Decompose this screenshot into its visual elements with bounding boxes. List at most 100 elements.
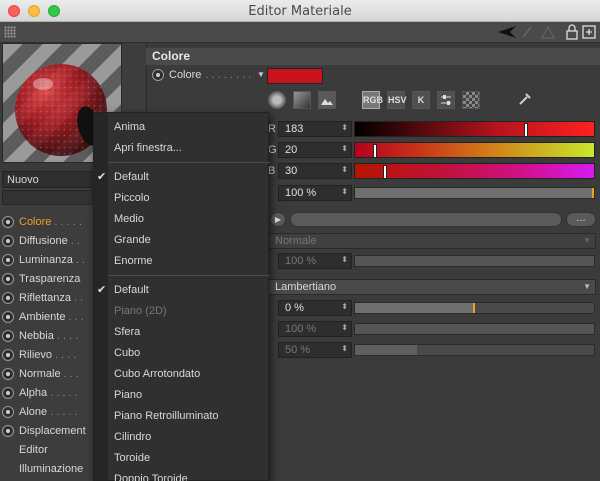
window-title: Editor Materiale bbox=[248, 4, 352, 19]
menu-item[interactable]: Anima bbox=[114, 117, 145, 137]
channel-radio-icon[interactable] bbox=[2, 291, 14, 304]
hsv-mode-button[interactable]: HSV bbox=[387, 91, 407, 109]
channel-radio-icon[interactable] bbox=[2, 215, 14, 228]
blue-slider-knob[interactable] bbox=[383, 165, 387, 179]
eyedropper-icon[interactable] bbox=[516, 91, 534, 109]
channel-radio-icon[interactable] bbox=[2, 405, 14, 418]
channel-dots: . . . bbox=[63, 367, 79, 380]
channel-radio-icon[interactable] bbox=[2, 253, 14, 266]
lock-icon[interactable] bbox=[565, 24, 579, 40]
channel-item-luminanza[interactable]: Luminanza. . bbox=[2, 250, 96, 269]
mix-strength-slider[interactable] bbox=[354, 255, 595, 267]
mix-strength-row: 100 % bbox=[268, 253, 595, 269]
menu-item[interactable]: Enorme bbox=[114, 251, 153, 271]
material-preset-subfield[interactable] bbox=[2, 190, 96, 205]
menu-item[interactable]: Cubo bbox=[114, 343, 140, 363]
mix-strength-slider-fill bbox=[355, 256, 594, 266]
menu-item[interactable]: Medio bbox=[114, 209, 144, 229]
new-window-icon[interactable] bbox=[582, 24, 596, 40]
channel-radio-icon[interactable] bbox=[2, 329, 14, 342]
diffuse-level-field[interactable]: 100 % bbox=[278, 321, 352, 337]
green-slider-knob[interactable] bbox=[373, 144, 377, 158]
channel-item-alpha[interactable]: Alpha. . . . . bbox=[2, 383, 96, 402]
search-icon[interactable] bbox=[520, 24, 534, 40]
grip-icon[interactable] bbox=[4, 26, 16, 38]
toolbar bbox=[0, 22, 600, 43]
swatch-dropdown-icon[interactable]: ▼ bbox=[257, 70, 265, 79]
mixer-icon[interactable] bbox=[437, 91, 455, 109]
menu-item[interactable]: Piccolo bbox=[114, 188, 149, 208]
menu-item[interactable]: Sfera bbox=[114, 322, 140, 342]
channel-dots: . . . bbox=[68, 310, 84, 323]
diffuse-level-slider[interactable] bbox=[354, 323, 595, 335]
brightness-value-field[interactable]: 100 % bbox=[278, 185, 352, 201]
channel-dots: . . bbox=[75, 253, 85, 266]
channel-item-diffusione[interactable]: Diffusione. . bbox=[2, 231, 96, 250]
menu-separator bbox=[108, 162, 270, 163]
channel-label: Colore bbox=[19, 215, 52, 228]
menu-separator bbox=[108, 275, 270, 276]
roughness-slider[interactable] bbox=[354, 344, 595, 356]
channel-item-editor[interactable]: Editor bbox=[2, 440, 96, 459]
red-value-field[interactable]: 183 bbox=[278, 121, 352, 137]
channel-dots: . . . . bbox=[56, 329, 79, 342]
channel-dots: . . . . . bbox=[50, 405, 78, 418]
image-picker-icon[interactable] bbox=[318, 91, 336, 109]
channel-radio-icon[interactable] bbox=[2, 272, 14, 285]
green-gradient-slider[interactable] bbox=[354, 142, 595, 158]
menu-item[interactable]: Grande bbox=[114, 230, 151, 250]
texture-play-icon[interactable]: ▶ bbox=[270, 212, 286, 227]
green-value-field[interactable]: 20 bbox=[278, 142, 352, 158]
channel-item-colore[interactable]: Colore. . . . . bbox=[2, 212, 96, 231]
channel-item-trasparenza[interactable]: Trasparenza bbox=[2, 269, 96, 288]
texture-browse-button[interactable]: ... bbox=[566, 212, 596, 227]
channel-item-alone[interactable]: Alone. . . . . bbox=[2, 402, 96, 421]
color-radio-icon[interactable] bbox=[152, 69, 164, 81]
texture-field[interactable] bbox=[290, 212, 562, 227]
red-label: R bbox=[268, 123, 276, 135]
channel-item-ambiente[interactable]: Ambiente. . . bbox=[2, 307, 96, 326]
menu-item[interactable]: Piano Retroilluminato bbox=[114, 406, 219, 426]
mix-strength-field[interactable]: 100 % bbox=[278, 253, 352, 269]
channel-item-nebbia[interactable]: Nebbia. . . . bbox=[2, 326, 96, 345]
roughness-field[interactable]: 50 % bbox=[278, 342, 352, 358]
channel-radio-icon[interactable] bbox=[2, 367, 14, 380]
channel-radio-icon[interactable] bbox=[2, 348, 14, 361]
channel-item-illuminazione[interactable]: Illuminazione bbox=[2, 459, 96, 478]
menu-item[interactable]: Doppio Toroide bbox=[114, 469, 188, 481]
channel-radio-icon[interactable] bbox=[2, 310, 14, 323]
channel-item-rilievo[interactable]: Rilievo. . . . bbox=[2, 345, 96, 364]
spectrum-icon[interactable] bbox=[293, 91, 311, 109]
rgb-mode-button[interactable]: RGB bbox=[362, 91, 383, 109]
menu-item[interactable]: Default bbox=[114, 280, 149, 300]
menu-item[interactable]: Cubo Arrotondato bbox=[114, 364, 200, 384]
diffuse-falloff-slider[interactable] bbox=[354, 302, 595, 314]
forward-arrow-icon[interactable] bbox=[540, 24, 556, 40]
kelvin-mode-button[interactable]: K bbox=[412, 91, 430, 109]
menu-item[interactable]: Cilindro bbox=[114, 427, 151, 447]
channel-radio-icon[interactable] bbox=[2, 386, 14, 399]
material-preset-field[interactable]: Nuovo bbox=[2, 171, 96, 188]
blue-gradient-slider[interactable] bbox=[354, 163, 595, 179]
channel-item-riflettanza[interactable]: Riflettanza. . bbox=[2, 288, 96, 307]
menu-item[interactable]: Piano bbox=[114, 385, 142, 405]
channel-radio-icon[interactable] bbox=[2, 424, 14, 437]
model-dropdown[interactable]: Lambertiano bbox=[268, 279, 596, 295]
diffuse-falloff-field[interactable]: 0 % bbox=[278, 300, 352, 316]
color-swatch[interactable] bbox=[267, 68, 323, 84]
menu-item[interactable]: Toroide bbox=[114, 448, 150, 468]
channel-label: Normale bbox=[19, 367, 61, 380]
color-wheel-icon[interactable] bbox=[268, 91, 286, 109]
swatches-icon[interactable] bbox=[462, 91, 480, 109]
menu-item[interactable]: Default bbox=[114, 167, 149, 187]
channel-radio-icon[interactable] bbox=[2, 234, 14, 247]
channel-item-normale[interactable]: Normale. . . bbox=[2, 364, 96, 383]
back-arrow-icon[interactable] bbox=[496, 24, 518, 40]
blue-value-field[interactable]: 30 bbox=[278, 163, 352, 179]
brightness-slider[interactable] bbox=[354, 187, 595, 199]
mix-mode-dropdown[interactable]: Normale bbox=[268, 233, 596, 249]
red-gradient-slider[interactable] bbox=[354, 121, 595, 137]
menu-item[interactable]: Apri finestra... bbox=[114, 138, 182, 158]
red-slider-knob[interactable] bbox=[524, 123, 528, 137]
channel-item-displacement[interactable]: Displacement bbox=[2, 421, 96, 440]
